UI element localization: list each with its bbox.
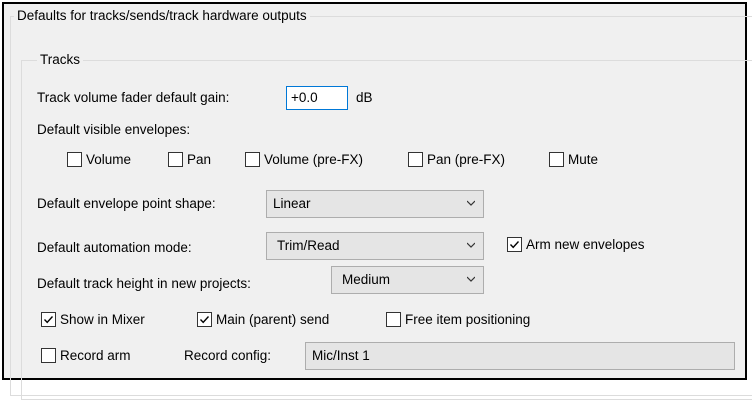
checkbox-box[interactable] <box>197 312 212 327</box>
envelope-pan-prefx-label: Pan (pre-FX) <box>427 152 506 167</box>
envelope-shape-value: Linear <box>273 196 311 211</box>
record-config-label: Record config: <box>184 348 272 363</box>
checkmark-icon <box>199 316 210 324</box>
automation-mode-value: Trim/Read <box>277 238 340 253</box>
envelope-volume-prefx-label: Volume (pre-FX) <box>264 152 364 167</box>
checkmark-icon <box>43 316 54 324</box>
tracks-group-title: Tracks <box>37 52 83 68</box>
automation-mode-label: Default automation mode: <box>37 240 192 255</box>
arm-new-envelopes-label: Arm new envelopes <box>526 237 645 252</box>
checkbox-box[interactable] <box>408 152 423 167</box>
chevron-down-icon <box>467 200 475 206</box>
record-config-value: Mic/Inst 1 <box>312 348 370 363</box>
checkbox-box[interactable] <box>386 312 401 327</box>
track-height-label: Default track height in new projects: <box>37 276 251 291</box>
envelope-volume-checkbox[interactable]: Volume <box>67 152 131 167</box>
track-height-value: Medium <box>342 272 391 287</box>
chevron-down-icon <box>467 276 475 282</box>
free-item-positioning-label: Free item positioning <box>405 312 531 327</box>
envelope-mute-checkbox[interactable]: Mute <box>549 152 598 167</box>
envelope-volume-prefx-checkbox[interactable]: Volume (pre-FX) <box>245 152 363 167</box>
checkbox-box[interactable] <box>41 348 56 363</box>
checkbox-box[interactable] <box>549 152 564 167</box>
preferences-panel: Defaults for tracks/sends/track hardware… <box>2 2 752 400</box>
envelope-pan-label: Pan <box>187 152 212 167</box>
free-item-positioning-checkbox[interactable]: Free item positioning <box>386 312 530 327</box>
show-in-mixer-label: Show in Mixer <box>60 312 145 327</box>
envelope-mute-label: Mute <box>568 152 599 167</box>
envelope-pan-prefx-checkbox[interactable]: Pan (pre-FX) <box>408 152 505 167</box>
volume-gain-label: Track volume fader default gain: <box>37 90 230 105</box>
defaults-group-title: Defaults for tracks/sends/track hardware… <box>14 8 310 24</box>
checkbox-box[interactable] <box>67 152 82 167</box>
record-config-field[interactable]: Mic/Inst 1 <box>305 342 735 370</box>
chevron-down-icon <box>467 242 475 248</box>
checkbox-box[interactable] <box>168 152 183 167</box>
volume-gain-unit: dB <box>356 90 373 105</box>
track-height-select[interactable]: Medium <box>331 266 484 294</box>
envelope-volume-label: Volume <box>86 152 132 167</box>
show-in-mixer-checkbox[interactable]: Show in Mixer <box>41 312 145 327</box>
envelope-pan-checkbox[interactable]: Pan <box>168 152 211 167</box>
record-arm-checkbox[interactable]: Record arm <box>41 348 131 363</box>
checkmark-icon <box>509 241 520 249</box>
checkbox-box[interactable] <box>245 152 260 167</box>
main-send-checkbox[interactable]: Main (parent) send <box>197 312 329 327</box>
visible-envelopes-label: Default visible envelopes: <box>37 122 191 137</box>
checkbox-box[interactable] <box>507 237 522 252</box>
automation-mode-select[interactable]: Trim/Read <box>266 232 484 260</box>
record-arm-label: Record arm <box>60 348 131 363</box>
envelope-shape-label: Default envelope point shape: <box>37 196 216 211</box>
arm-new-envelopes-checkbox[interactable]: Arm new envelopes <box>507 237 645 252</box>
envelope-shape-select[interactable]: Linear <box>266 190 484 218</box>
volume-gain-input[interactable]: +0.0 <box>286 86 348 110</box>
main-send-label: Main (parent) send <box>216 312 330 327</box>
checkbox-box[interactable] <box>41 312 56 327</box>
